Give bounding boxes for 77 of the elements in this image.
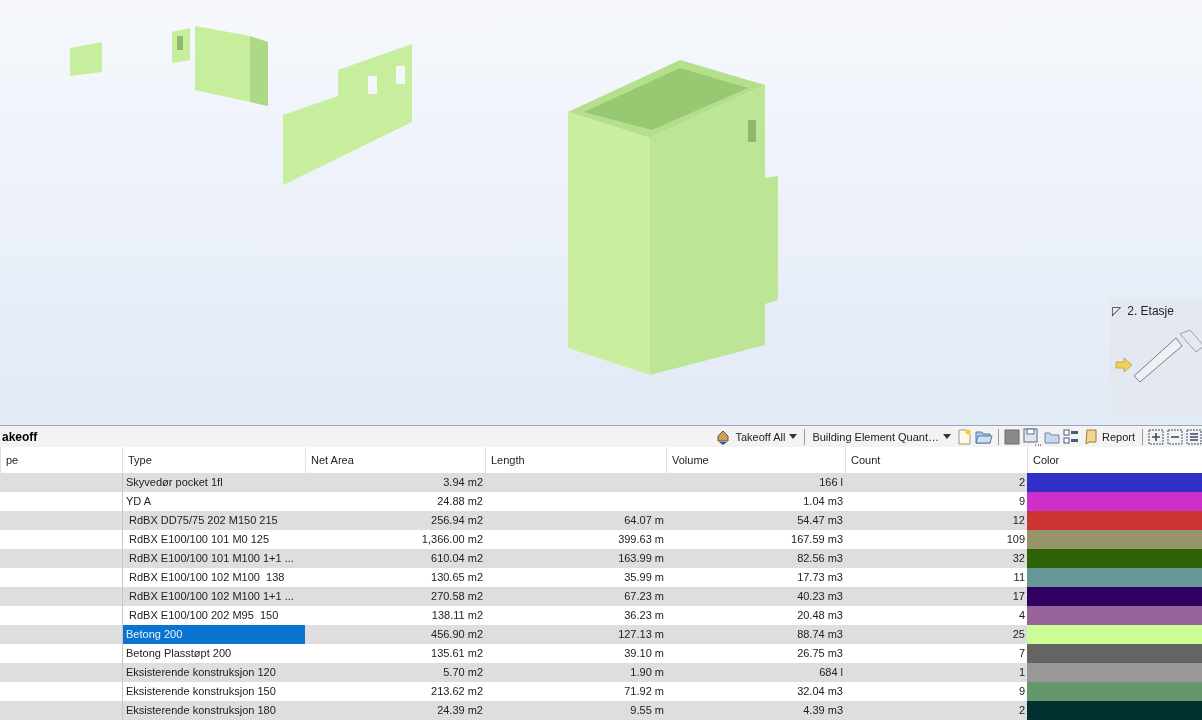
table-cell-text: 135.61 m2: [430, 646, 484, 661]
table-cell: 399.63 m: [618, 533, 664, 545]
table-cell[interactable]: Skyvedør pocket 1fl: [122, 473, 305, 492]
table-cell-text: 9: [1017, 494, 1026, 509]
table-cell-text: 138.11 m2: [430, 608, 484, 623]
folder-icon[interactable]: [974, 428, 993, 445]
table-cell: 39.10 m: [624, 647, 664, 659]
table-cell: 163.99 m: [618, 552, 664, 564]
list-view-icon[interactable]: [1186, 428, 1202, 445]
table-cell: 36.23 m: [624, 609, 664, 621]
table-cell[interactable]: Eksisterende konstruksjon 180: [122, 701, 305, 720]
report-button[interactable]: Report: [1081, 428, 1137, 445]
table-cell: 64.07 m: [624, 514, 664, 526]
table-cell-text: 20.48 m3: [796, 608, 844, 623]
checklist-icon[interactable]: [1062, 428, 1079, 445]
table-cell-text: 82.56 m3: [796, 551, 844, 566]
table-cell-text: 109: [1005, 532, 1026, 547]
table-cell-text: 25: [1011, 627, 1026, 642]
table-cell: 9.55 m: [630, 704, 664, 716]
floor-label: 2. Etasje: [1127, 304, 1174, 318]
table-cell-text: 11: [1012, 570, 1026, 585]
table-cell[interactable]: Eksisterende konstruksjon 120: [122, 663, 305, 682]
table-cell: 35.99 m: [624, 571, 664, 583]
collapse-all-icon[interactable]: [1167, 428, 1183, 445]
floor-plan-drawing: [1133, 329, 1202, 383]
table-cell-text: 1.04 m3: [802, 494, 844, 509]
table-cell-text: 213.62 m2: [430, 684, 484, 699]
takeoff-all-dropdown[interactable]: Takeoff All: [733, 430, 800, 443]
corner-marker-icon: ◸: [1112, 304, 1122, 318]
table-cell-text: 684 l: [818, 665, 844, 680]
quantity-dropdown[interactable]: Building Element Quant…: [810, 430, 953, 443]
table-cell-text: 7: [1017, 646, 1026, 661]
table-cell[interactable]: Betong 200: [122, 625, 305, 644]
caret-icon: [789, 434, 798, 439]
table-cell-text: 88.74 m3: [796, 627, 844, 642]
table-cell-text: 1: [1017, 665, 1026, 680]
table-cell-text: 610.04 m2: [430, 551, 484, 566]
table-cell: 71.92 m: [624, 685, 664, 697]
table-cell[interactable]: RdBX E100/100 101 M100 1+1 ...: [122, 549, 305, 568]
table-cell-text: 456.90 m2: [430, 627, 484, 642]
table-cell[interactable]: RdBX DD75/75 202 M150 215: [122, 511, 305, 530]
table-cell: 67.23 m: [624, 590, 664, 602]
house-icon[interactable]: [716, 428, 731, 445]
table-cell-text: 5.70 m2: [442, 665, 484, 680]
table-cell-text: 1,366.00 m2: [420, 532, 484, 547]
caret-icon: [942, 434, 951, 439]
table-cell-text: 12: [1011, 513, 1026, 528]
table-cell-text: 2: [1017, 475, 1026, 490]
table-cell-text: 4.39 m3: [802, 703, 844, 718]
save-icon[interactable]: [1022, 427, 1041, 446]
floor-plan-minimap[interactable]: ◸ 2. Etasje: [1110, 300, 1202, 415]
table-cell-text: 32: [1011, 551, 1026, 566]
table-cell-text: 3.94 m2: [442, 475, 484, 490]
table-cell-text: 9: [1017, 684, 1026, 699]
table-cell-text: 40.23 m3: [796, 589, 844, 604]
table-cell-text: 256.94 m2: [430, 513, 484, 528]
panel-title: akeoff: [1, 429, 38, 444]
table-cell-text: 167.59 m3: [790, 532, 844, 547]
table-cell-text: 4: [1017, 608, 1026, 623]
table-cell-text: 54.47 m3: [796, 513, 844, 528]
table-cell-text: 130.65 m2: [430, 570, 484, 585]
table-cell-text: 166 l: [818, 475, 844, 490]
table-cell: 1.90 m: [630, 666, 664, 678]
expand-all-icon[interactable]: [1148, 428, 1164, 445]
table-cell-text: 270.58 m2: [430, 589, 484, 604]
table-cell-text: 24.39 m2: [436, 703, 484, 718]
scroll-icon: [1083, 428, 1098, 445]
table-cell-text: 26.75 m3: [796, 646, 844, 661]
table-cell-text: 32.04 m3: [796, 684, 844, 699]
table-cell-text: 2: [1017, 703, 1026, 718]
table-cell-text: 17.73 m3: [796, 570, 844, 585]
square-icon[interactable]: [1003, 428, 1020, 445]
arrow-icon: [1115, 357, 1133, 373]
table-cell-text: 24.88 m2: [436, 494, 484, 509]
table-cell[interactable]: RdBX E100/100 102 M100 1+1 ...: [122, 587, 305, 606]
table-cell-text: 17: [1011, 589, 1026, 604]
table-cell: 127.13 m: [618, 628, 664, 640]
